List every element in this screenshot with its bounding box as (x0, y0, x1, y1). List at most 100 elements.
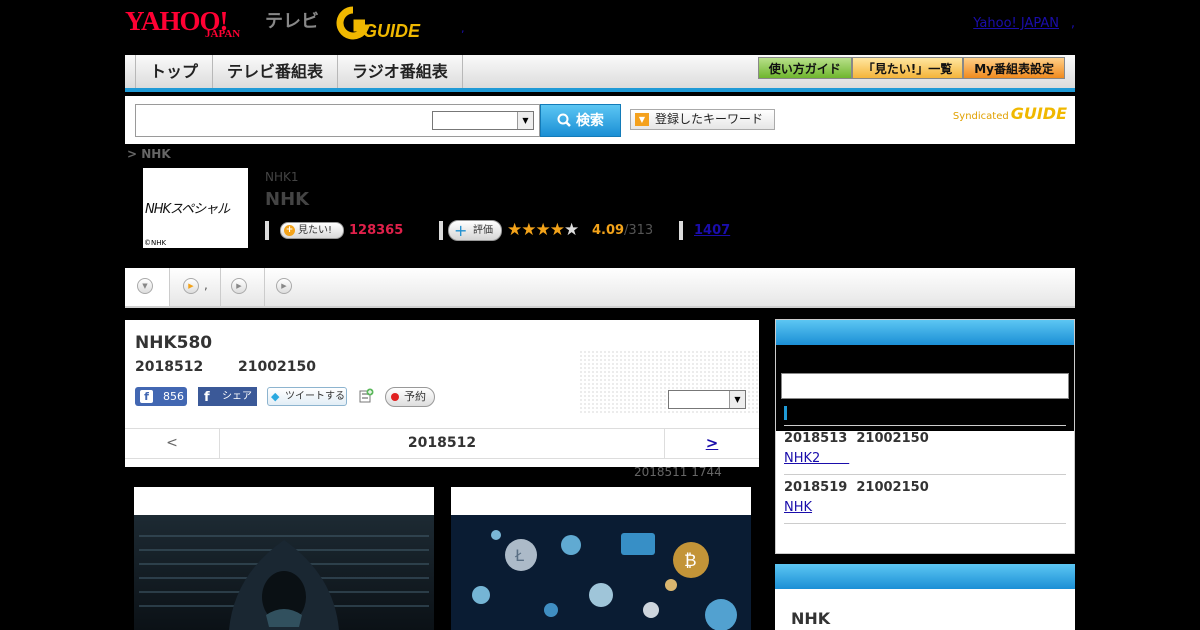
tweet-label: ツイートする (285, 391, 345, 402)
star-icon: ★ (507, 220, 522, 240)
g-guide-logo-icon: GUIDE (336, 6, 421, 41)
rating-value: 4.09 (592, 223, 625, 238)
program-title: NHK (265, 189, 310, 210)
yahoo-japan-link[interactable]: Yahoo! JAPAN (973, 16, 1059, 31)
play-icon: ▶ (183, 278, 199, 294)
schedule-datetime: 2018513 21002150 (784, 431, 929, 446)
nav-tab-top[interactable]: トップ (136, 55, 214, 88)
pager-next-link[interactable]: > (664, 429, 759, 458)
mitai-button[interactable]: + 見たい! (280, 222, 344, 239)
saved-keywords-button[interactable]: ▼ 登録したキーワード (630, 109, 775, 130)
mitai-count: 128365 (349, 223, 404, 238)
pager-prev-button[interactable]: < (125, 429, 220, 458)
breadcrumb[interactable]: > NHK (127, 147, 171, 161)
sidebar-header (775, 564, 1075, 589)
nav-tab-tv-listings[interactable]: テレビ番組表 (213, 55, 339, 88)
star-icon: ★ (564, 220, 579, 240)
tweet-button[interactable]: ◆ ツイートする (267, 387, 347, 406)
pager-current-date: 2018512 (407, 435, 477, 451)
rate-button[interactable]: + 評価 (448, 220, 502, 241)
yahoo-logo-sub: JAPAN (205, 28, 241, 40)
subtab-3[interactable]: ▶ (221, 268, 265, 306)
facebook-like-button[interactable]: f 856 (135, 387, 187, 406)
header-dot: , (461, 22, 465, 35)
g-guide-logo[interactable]: GUIDE (335, 6, 433, 41)
last-updated: 2018511 1744 (634, 465, 722, 479)
search-category-select[interactable]: ▼ (432, 111, 534, 130)
subtab-2[interactable]: ▶ , (170, 268, 221, 306)
chevron-down-icon: ▼ (635, 113, 649, 126)
nav-buttons: 使い方ガイド 「見たい!」一覧 My番組表設定 (757, 57, 1065, 79)
schedule-item: 2018519 21002150 NHK (784, 474, 1066, 523)
facebook-icon: f (204, 390, 210, 405)
search-icon (557, 113, 571, 127)
facebook-share-button[interactable]: f シェア (198, 387, 257, 406)
facebook-icon: f (140, 390, 153, 403)
program-logo-copyright: ©NHK (144, 239, 167, 247)
record-icon (391, 393, 399, 401)
schedule-datetime: 2018519 21002150 (784, 480, 929, 495)
sidebar-header (776, 320, 1074, 345)
episode-title: NHK580 (135, 333, 213, 353)
related-card[interactable]: Ł ₿ (451, 487, 751, 630)
rate-button-label: 評価 (473, 225, 493, 236)
play-icon: ▶ (276, 278, 292, 294)
rating-count: /313 (624, 223, 654, 238)
channel-name: NHK1 (265, 170, 299, 184)
search-button[interactable]: 検索 (540, 104, 621, 137)
nav-tabs: トップ テレビ番組表 ラジオ番組表 (135, 55, 463, 88)
related-card[interactable] (134, 487, 434, 630)
cryptocurrency-thumbnail-image: Ł ₿ (451, 515, 751, 630)
plus-icon: + (284, 225, 295, 236)
facebook-like-count: 856 (163, 390, 184, 403)
twitter-bird-icon: ◆ (271, 390, 280, 403)
syndicated-guide-logo: Syndicated GUIDE (953, 104, 1067, 123)
subtab-4[interactable]: ▶ (265, 268, 305, 306)
my-listings-settings-button[interactable]: My番組表設定 (963, 57, 1065, 79)
schedule-item: 2018513 21002150 NHK2 (784, 425, 1066, 474)
reserve-recording-button[interactable]: 予約 (385, 387, 435, 407)
subtab-1[interactable]: ▼ (125, 268, 170, 306)
mitai-button-label: 見たい! (298, 225, 333, 236)
episode-select[interactable]: ▼ (668, 390, 746, 409)
search-bar: ▼ 検索 ▼ 登録したキーワード Syndicated GUIDE (125, 96, 1075, 144)
svg-text:Ł: Ł (514, 546, 524, 565)
stat-divider (265, 221, 269, 240)
section-marker (784, 406, 787, 420)
header-link-separator: , (1070, 16, 1075, 31)
stat-divider (439, 221, 443, 240)
chevron-down-icon: ▼ (137, 278, 153, 294)
mitai-list-button[interactable]: 「見たい!」一覧 (851, 57, 964, 79)
date-pager: < 2018512 > (125, 428, 759, 459)
site-header: YAHOO! JAPAN テレビ GUIDE , Yahoo! JAPAN , (125, 0, 1075, 55)
facebook-share-label: シェア (222, 391, 252, 402)
nav-tab-radio-listings[interactable]: ラジオ番組表 (338, 55, 463, 88)
star-icon: ★ (535, 220, 551, 240)
star-icon: ★ (521, 220, 536, 240)
schedule-channel-link[interactable]: NHK2 (784, 451, 849, 466)
review-count-link[interactable]: 1407 (694, 223, 730, 238)
air-date: 2018512 (135, 359, 204, 375)
svg-text:₿: ₿ (684, 551, 697, 571)
program-subtabs: ▼ ▶ , ▶ ▶ (125, 268, 1075, 308)
play-icon: ▶ (231, 278, 247, 294)
schedule-divider (784, 523, 1066, 524)
star-rating: ★★★★★ (507, 220, 579, 240)
sidebar-dark-band (776, 345, 1074, 431)
episode-panel: NHK580 2018512 21002150 f 856 f シェア ◆ ツイ… (125, 320, 759, 467)
sidebar-input[interactable] (781, 373, 1069, 399)
sidebar-broadcast-schedule: 2018513 21002150 NHK2 2018519 21002150 N… (775, 319, 1075, 554)
plus-icon: + (454, 221, 468, 240)
bookmark-add-icon[interactable] (358, 388, 374, 404)
subtab-label: , (204, 278, 208, 292)
search-button-label: 検索 (575, 113, 604, 129)
chevron-down-icon: ▼ (517, 112, 533, 129)
usage-guide-button[interactable]: 使い方ガイド (757, 57, 852, 79)
schedule-channel-link[interactable]: NHK (784, 500, 812, 515)
tv-label[interactable]: テレビ (265, 7, 319, 33)
hacker-thumbnail-image (134, 515, 434, 630)
yahoo-japan-logo[interactable]: YAHOO! JAPAN (125, 6, 261, 42)
program-logo-image: NHKスペシャル ©NHK (143, 168, 248, 248)
air-time: 21002150 (238, 359, 316, 375)
syndicated-logo-text: GUIDE (1010, 104, 1067, 123)
